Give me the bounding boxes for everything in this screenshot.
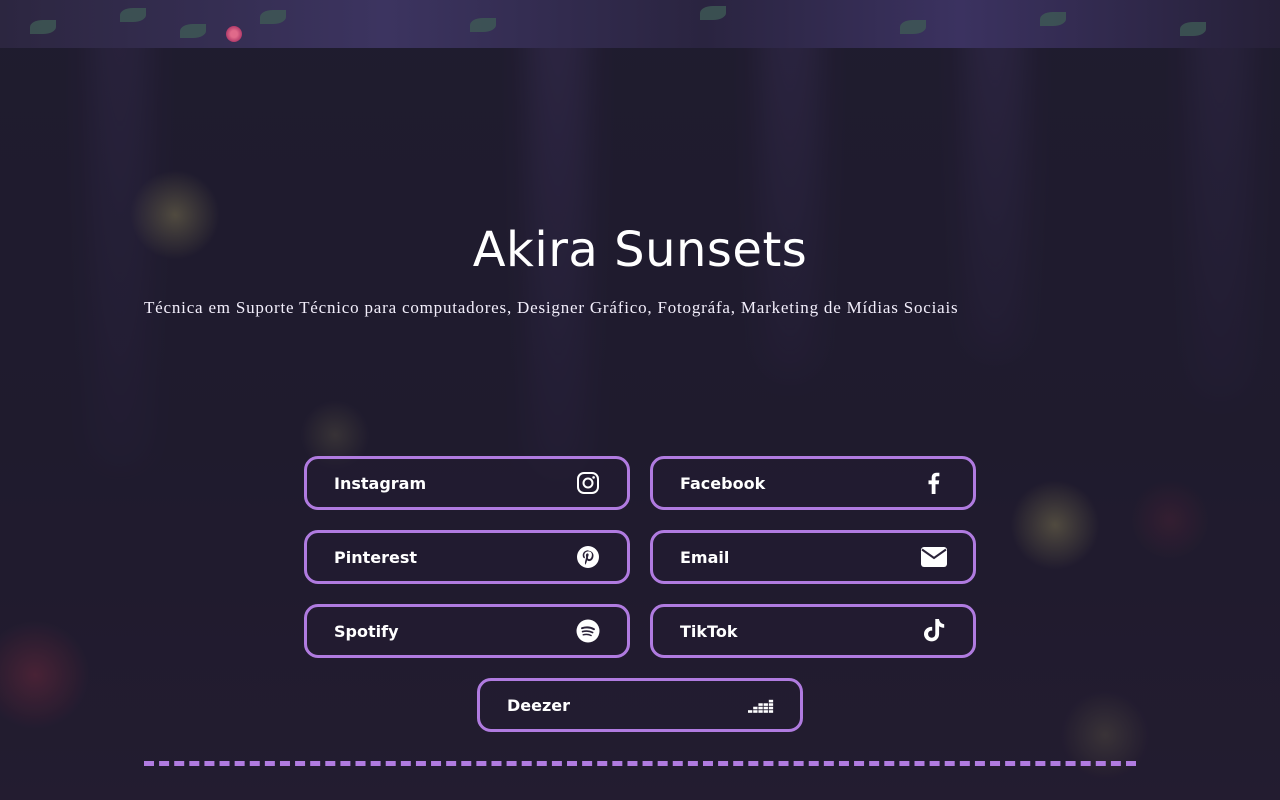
link-label: Email: [680, 547, 730, 567]
facebook-icon: [921, 470, 947, 496]
spotify-link[interactable]: Spotify: [304, 604, 630, 658]
link-label: Instagram: [334, 473, 427, 493]
spotify-icon: [575, 618, 601, 644]
link-label: Spotify: [334, 621, 399, 641]
link-label: Facebook: [680, 473, 766, 493]
link-label: Deezer: [507, 695, 571, 715]
dashed-divider: [144, 761, 1136, 766]
pinterest-link[interactable]: Pinterest: [304, 530, 630, 584]
tiktok-link[interactable]: TikTok: [650, 604, 976, 658]
profile-name: Akira Sunsets: [472, 222, 808, 278]
tiktok-icon: [921, 618, 947, 644]
deezer-link[interactable]: Deezer: [477, 678, 803, 732]
deezer-icon: [748, 692, 774, 718]
profile-page: Akira Sunsets Técnica em Suporte Técnico…: [0, 0, 1280, 800]
link-label: TikTok: [680, 621, 738, 641]
facebook-link[interactable]: Facebook: [650, 456, 976, 510]
email-link[interactable]: Email: [650, 530, 976, 584]
instagram-link[interactable]: Instagram: [304, 456, 630, 510]
link-label: Pinterest: [334, 547, 418, 567]
pinterest-icon: [575, 544, 601, 570]
envelope-icon: [921, 544, 947, 570]
instagram-icon: [575, 470, 601, 496]
profile-bio: Técnica em Suporte Técnico para computad…: [144, 298, 959, 317]
